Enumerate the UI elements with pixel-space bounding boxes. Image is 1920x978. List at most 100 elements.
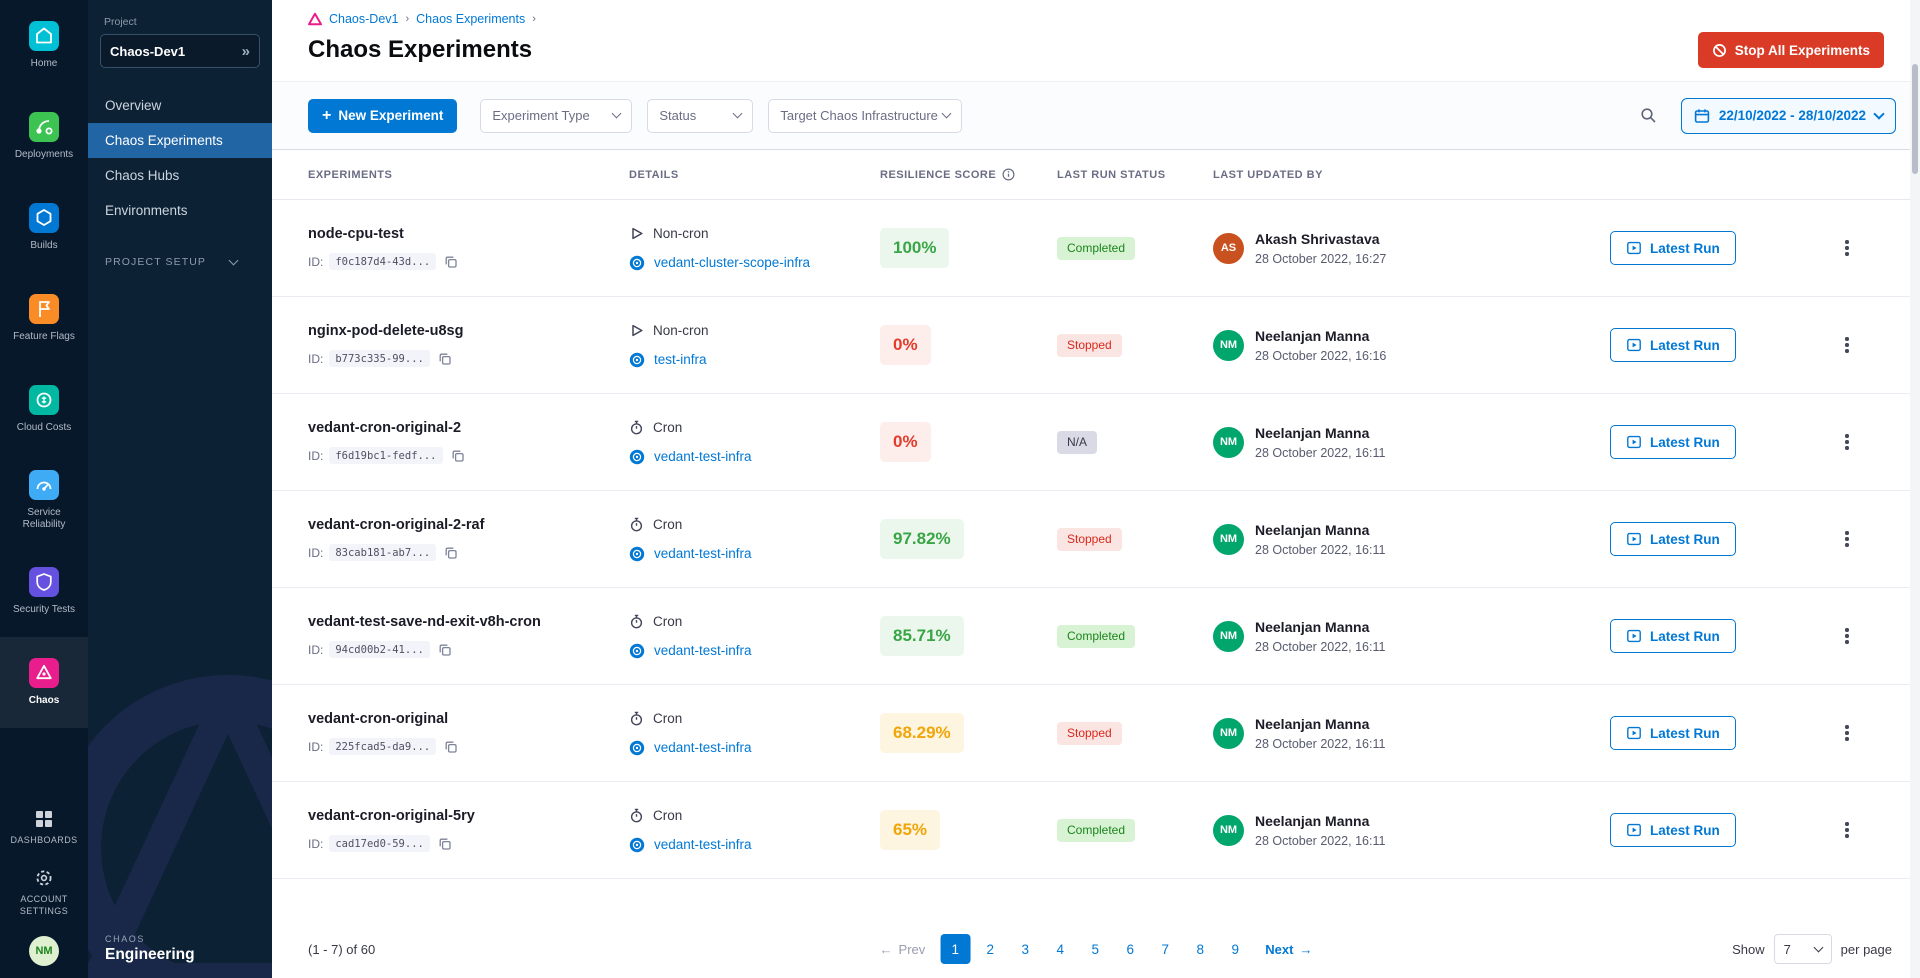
row-menu-button[interactable] [1834,235,1860,261]
page-number-button[interactable]: 7 [1150,934,1180,964]
infrastructure-link[interactable]: vedant-test-infra [654,546,752,561]
row-menu-button[interactable] [1834,817,1860,843]
row-actions-cell [1820,332,1884,358]
infrastructure-link[interactable]: vedant-test-infra [654,643,752,658]
prev-page-button[interactable]: ←Prev [880,942,926,957]
project-panel: Project Chaos-Dev1 » Overview Chaos Expe… [88,0,272,978]
sidebar-item-cloud-costs[interactable]: Cloud Costs [0,364,88,455]
menu-item-overview[interactable]: Overview [88,88,272,123]
sidebar-item-label: Cloud Costs [17,422,71,435]
user-name: Neelanjan Manna [1255,716,1385,732]
experiment-name[interactable]: vedant-test-save-nd-exit-v8h-cron [308,614,629,630]
latest-run-button[interactable]: Latest Run [1610,328,1736,362]
search-button[interactable] [1632,99,1666,133]
user-avatar: NM [1213,621,1244,652]
page-number-button[interactable]: 4 [1045,934,1075,964]
infrastructure-link[interactable]: vedant-cluster-scope-infra [654,255,810,270]
resilience-score: 0% [880,325,931,365]
per-page-select[interactable]: 7 [1774,934,1832,964]
copy-id-button[interactable] [449,449,465,463]
latest-run-icon [1626,628,1642,644]
sidebar-item-deployments[interactable]: Deployments [0,91,88,182]
cron-icon [629,420,644,435]
experiment-name[interactable]: nginx-pod-delete-u8sg [308,323,629,339]
latest-run-button[interactable]: Latest Run [1610,425,1736,459]
page-number-button[interactable]: 9 [1220,934,1250,964]
sidebar-item-security-tests[interactable]: Security Tests [0,546,88,637]
latest-run-button[interactable]: Latest Run [1610,813,1736,847]
chevron-down-icon [733,109,743,119]
copy-id-button[interactable] [442,255,458,269]
table-row: nginx-pod-delete-u8sg ID: b773c335-99...… [272,297,1920,394]
scrollbar-thumb[interactable] [1912,64,1918,174]
sidebar-item-label: Chaos [29,695,60,708]
sidebar-item-service-reliability[interactable]: Service Reliability [0,455,88,546]
copy-id-button[interactable] [436,352,452,366]
row-menu-button[interactable] [1834,720,1860,746]
stop-all-experiments-button[interactable]: Stop All Experiments [1698,32,1884,68]
user-menu-avatar[interactable]: NM [29,936,59,966]
menu-item-chaos-hubs[interactable]: Chaos Hubs [88,158,272,193]
page-number-button[interactable]: 1 [940,934,970,964]
experiment-name[interactable]: node-cpu-test [308,226,629,242]
experiment-name[interactable]: vedant-cron-original-5ry [308,808,629,824]
page-number-button[interactable]: 8 [1185,934,1215,964]
id-label: ID: [308,643,323,657]
menu-item-environments[interactable]: Environments [88,193,272,228]
expand-project-icon[interactable]: » [242,43,250,60]
infrastructure-link[interactable]: test-infra [654,352,707,367]
column-details: DETAILS [629,169,880,181]
date-range-picker[interactable]: 22/10/2022 - 28/10/2022 [1681,98,1896,134]
sidebar-item-chaos[interactable]: Chaos [0,637,88,728]
latest-run-button[interactable]: Latest Run [1610,619,1736,653]
chaos-watermark [88,638,272,978]
details-cell: Non-cron vedant-cluster-scope-infra [629,226,880,271]
status-filter[interactable]: Status [647,99,753,133]
row-menu-button[interactable] [1834,332,1860,358]
experiment-name[interactable]: vedant-cron-original [308,711,629,727]
page-number-button[interactable]: 5 [1080,934,1110,964]
copy-id-button[interactable] [436,643,452,657]
pagination-bar: (1 - 7) of 60 ←Prev 1 2 3 4 5 6 7 8 9 Ne… [272,920,1920,978]
copy-id-button[interactable] [436,837,452,851]
row-menu-button[interactable] [1834,623,1860,649]
sidebar-item-feature-flags[interactable]: Feature Flags [0,273,88,364]
updated-by-cell: NM Neelanjan Manna 28 October 2022, 16:1… [1213,716,1610,751]
breadcrumb-link[interactable]: Chaos Experiments [416,12,525,26]
target-infrastructure-filter[interactable]: Target Chaos Infrastructure [768,99,962,133]
menu-item-chaos-experiments[interactable]: Chaos Experiments [88,123,272,158]
status-badge: Stopped [1057,528,1122,551]
new-experiment-button[interactable]: + New Experiment [308,99,457,133]
infrastructure-link[interactable]: vedant-test-infra [654,740,752,755]
infrastructure-link[interactable]: vedant-test-infra [654,837,752,852]
schedule-type: Non-cron [653,323,709,338]
sidebar-item-account-settings[interactable]: ACCOUNT SETTINGS [0,857,88,928]
latest-run-cell: Latest Run [1610,619,1820,653]
latest-run-button[interactable]: Latest Run [1610,231,1736,265]
experiment-type-filter[interactable]: Experiment Type [480,99,632,133]
sidebar-item-home[interactable]: Home [0,0,88,91]
project-selector[interactable]: Chaos-Dev1 » [100,34,260,68]
page: { "colors": { "primary_blue": "#0278d5",… [0,0,1920,978]
latest-run-button[interactable]: Latest Run [1610,716,1736,750]
experiment-name[interactable]: vedant-cron-original-2 [308,420,629,436]
status-cell: Completed [1057,625,1213,648]
page-number-button[interactable]: 6 [1115,934,1145,964]
row-menu-button[interactable] [1834,526,1860,552]
copy-id-button[interactable] [442,546,458,560]
experiment-name[interactable]: vedant-cron-original-2-raf [308,517,629,533]
status-cell: Stopped [1057,334,1213,357]
next-page-button[interactable]: Next→ [1265,942,1312,957]
row-menu-button[interactable] [1834,429,1860,455]
infrastructure-link[interactable]: vedant-test-infra [654,449,752,464]
info-icon[interactable] [1002,168,1015,181]
sidebar-item-dashboards[interactable]: DASHBOARDS [4,798,83,857]
row-actions-cell [1820,429,1884,455]
project-setup-toggle[interactable]: PROJECT SETUP [105,256,272,268]
latest-run-button[interactable]: Latest Run [1610,522,1736,556]
page-number-button[interactable]: 2 [975,934,1005,964]
copy-id-button[interactable] [442,740,458,754]
breadcrumb-link[interactable]: Chaos-Dev1 [329,12,398,26]
page-number-button[interactable]: 3 [1010,934,1040,964]
sidebar-item-builds[interactable]: Builds [0,182,88,273]
